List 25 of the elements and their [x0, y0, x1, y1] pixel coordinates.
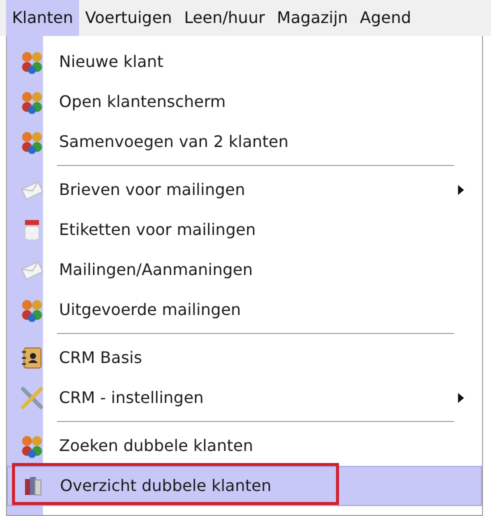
menu-bar-item[interactable]: Voertuigen	[79, 0, 178, 36]
people-icon	[20, 434, 44, 458]
people-icon	[20, 298, 44, 322]
address-book-icon	[20, 346, 44, 370]
menu-item[interactable]: CRM - instellingen	[7, 378, 482, 418]
menu-item[interactable]: Uitgevoerde mailingen	[7, 290, 482, 330]
menu-item[interactable]: Etiketten voor mailingen	[7, 210, 482, 250]
menu-item[interactable]: Nieuwe klant	[7, 42, 482, 82]
people-icon	[20, 90, 44, 114]
menu-bar-item[interactable]: Magazijn	[270, 0, 354, 36]
menu-item[interactable]: Brieven voor mailingen	[7, 170, 482, 210]
menu-item[interactable]: Zoeken dubbele klanten	[7, 426, 482, 466]
menu-bar-item[interactable]: Klanten	[6, 0, 80, 36]
menu-item[interactable]: CRM Basis	[7, 338, 482, 378]
tools-icon	[20, 386, 44, 410]
menu-item[interactable]: Overzicht dubbele klanten	[7, 466, 482, 506]
submenu-arrow-icon	[458, 185, 464, 195]
people-icon	[20, 50, 44, 74]
submenu-arrow-icon	[458, 393, 464, 403]
menu-bar-item[interactable]: Leen/huur	[178, 0, 271, 36]
menu-item[interactable]: Mailingen/Aanmaningen	[7, 250, 482, 290]
people-icon	[20, 130, 44, 154]
menu-bar-item[interactable]: Agend	[354, 0, 418, 36]
menu-item[interactable]: Open klantenscherm	[7, 82, 482, 122]
menu-item[interactable]: Samenvoegen van 2 klanten	[7, 122, 482, 162]
